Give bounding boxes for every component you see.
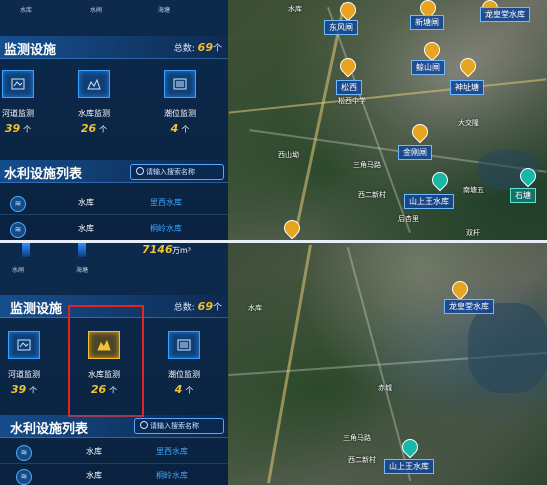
table-row[interactable]: ≋ 水库 里西水库 bbox=[0, 192, 228, 215]
search-input[interactable]: 请输入搜索名称 bbox=[134, 418, 224, 434]
reservoir-icon: ≋ bbox=[10, 196, 26, 212]
row-type: 水库 bbox=[86, 471, 102, 480]
card-label: 潮位监测 bbox=[168, 370, 200, 379]
map-place: 赤城 bbox=[378, 384, 392, 392]
table-row[interactable]: ≋ 水库 里西水库 bbox=[0, 441, 228, 464]
map-marker-icon[interactable] bbox=[428, 168, 452, 192]
map-place: 水库 bbox=[248, 304, 262, 312]
left-panel: 7146 万m³ 水闸 海塘 监测设施 总数: 69个 河道监测 39 个 水库监… bbox=[0, 243, 228, 485]
search-placeholder: 请输入搜索名称 bbox=[150, 422, 199, 430]
row-name[interactable]: 桐岭水库 bbox=[150, 223, 182, 234]
map-place: 松西中学 bbox=[338, 97, 366, 105]
map-place: 三角马路 bbox=[343, 434, 371, 442]
chart-bar bbox=[78, 243, 86, 257]
map-place: 水库 bbox=[288, 5, 302, 13]
search-icon bbox=[140, 421, 148, 429]
map-tag-shanshangwang[interactable]: 山上王水库 bbox=[384, 459, 434, 474]
map-tag-jingshanzha[interactable]: 鲸山闸 bbox=[411, 60, 445, 75]
reservoir-icon: ≋ bbox=[16, 469, 32, 485]
map-place: 双杆 bbox=[466, 229, 480, 237]
card-label: 河道监测 bbox=[8, 370, 40, 379]
map-tag-songxi[interactable]: 松西 bbox=[336, 80, 362, 95]
map-tag-shenzhitang[interactable]: 神址塘 bbox=[450, 80, 484, 95]
card-value: 39 个 bbox=[4, 122, 32, 135]
row-type: 水库 bbox=[86, 447, 102, 456]
monitor-total: 总数: 69个 bbox=[173, 300, 222, 313]
tide-monitor-icon bbox=[164, 70, 196, 98]
card-label: 河道监测 bbox=[2, 109, 34, 118]
map-tag-dongfengzha[interactable]: 东风闸 bbox=[324, 20, 358, 35]
satellite-map[interactable]: 水库 松西中学 大交隆 赤城 三角马路 西二新村 西山坳 南塘五 后杏里 双杆 … bbox=[228, 0, 547, 240]
axis-label: 水库 bbox=[20, 7, 33, 14]
map-place: 大交隆 bbox=[458, 119, 479, 127]
chart-bar bbox=[22, 243, 30, 257]
map-tag-longhuangtang[interactable]: 龙皇堂水库 bbox=[480, 7, 530, 22]
facility-list-title: 水利设施列表 bbox=[4, 167, 83, 182]
map-marker-icon[interactable] bbox=[448, 277, 472, 301]
card-value: 26 个 bbox=[80, 122, 108, 135]
selection-highlight-box bbox=[68, 305, 144, 417]
map-place: 西二新村 bbox=[358, 191, 386, 199]
facility-list-title: 水利设施列表 bbox=[10, 422, 89, 437]
satellite-map[interactable]: 水库 三角马路 西二新村 赤城 龙皇堂水库 山上王水库 bbox=[228, 243, 547, 485]
axis-label: 水闸 bbox=[90, 7, 103, 14]
card-label: 水库监测 bbox=[78, 109, 110, 118]
map-tag-jingangzha[interactable]: 金刚闸 bbox=[398, 145, 432, 160]
map-marker-icon[interactable] bbox=[456, 54, 480, 78]
search-input[interactable]: 请输入搜索名称 bbox=[130, 164, 224, 180]
card-tide-monitor[interactable]: 潮位监测 4个 bbox=[152, 327, 216, 405]
axis-label: 海塘 bbox=[158, 7, 171, 14]
axis-label: 海塘 bbox=[76, 267, 89, 274]
table-row[interactable]: ≋ 水库 桐岭水库 bbox=[0, 465, 228, 485]
card-river-monitor[interactable]: 河道监测 39 个 bbox=[0, 66, 50, 144]
tide-monitor-icon bbox=[168, 331, 200, 359]
monitor-section-title: 监测设施 bbox=[4, 43, 57, 58]
card-tide-monitor[interactable]: 潮位监测 4个 bbox=[148, 66, 212, 144]
map-tag-shitang[interactable]: 石塘 bbox=[510, 188, 536, 203]
map-place: 西二新村 bbox=[348, 456, 376, 464]
monitor-total: 总数: 69个 bbox=[173, 41, 222, 54]
map-place: 西山坳 bbox=[278, 151, 299, 159]
map-place: 后杏里 bbox=[398, 215, 419, 223]
reservoir-total-value: 7146 bbox=[142, 243, 173, 256]
reservoir-icon: ≋ bbox=[16, 445, 32, 461]
row-type: 水库 bbox=[78, 198, 94, 207]
search-icon bbox=[136, 167, 144, 175]
reservoir-monitor-icon bbox=[78, 70, 110, 98]
card-value: 4个 bbox=[170, 122, 190, 135]
left-panel: 水库 水闸 海塘 监测设施 总数: 69个 河道监测 39 个 水库监测 26 个 … bbox=[0, 0, 228, 240]
river-monitor-icon bbox=[2, 70, 34, 98]
row-type: 水库 bbox=[78, 224, 94, 233]
river-monitor-icon bbox=[8, 331, 40, 359]
map-marker-icon[interactable] bbox=[280, 216, 304, 240]
map-tag-longhuangtang[interactable]: 龙皇堂水库 bbox=[444, 299, 494, 314]
card-reservoir-monitor[interactable]: 水库监测 26 个 bbox=[62, 66, 126, 144]
monitor-section-header: 监测设施 总数: 69个 bbox=[0, 36, 228, 59]
card-value: 4个 bbox=[174, 383, 194, 396]
table-row[interactable]: ≋ 水库 桐岭水库 bbox=[0, 218, 228, 240]
reservoir-total-unit: 万m³ bbox=[172, 246, 191, 255]
map-marker-icon[interactable] bbox=[420, 38, 444, 62]
reservoir-icon: ≋ bbox=[10, 222, 26, 238]
screenshot-bottom: 水库 三角马路 西二新村 赤城 龙皇堂水库 山上王水库 7146 万m³ 水闸 … bbox=[0, 243, 547, 485]
map-place: 南塘五 bbox=[463, 186, 484, 194]
card-label: 潮位监测 bbox=[164, 109, 196, 118]
monitor-section-title: 监测设施 bbox=[10, 302, 63, 317]
map-tag-shanshangwang[interactable]: 山上王水库 bbox=[404, 194, 454, 209]
map-marker-icon[interactable] bbox=[408, 120, 432, 144]
map-marker-icon[interactable] bbox=[336, 54, 360, 78]
row-name[interactable]: 桐岭水库 bbox=[156, 470, 188, 481]
row-name[interactable]: 里西水库 bbox=[150, 197, 182, 208]
screenshot-top: 水库 松西中学 大交隆 赤城 三角马路 西二新村 西山坳 南塘五 后杏里 双杆 … bbox=[0, 0, 547, 240]
map-place: 三角马路 bbox=[353, 161, 381, 169]
map-tag-xintangzha[interactable]: 新塘闸 bbox=[410, 15, 444, 30]
search-placeholder: 请输入搜索名称 bbox=[146, 168, 195, 176]
axis-label: 水闸 bbox=[12, 267, 25, 274]
row-name[interactable]: 里西水库 bbox=[156, 446, 188, 457]
card-value: 39 个 bbox=[10, 383, 38, 396]
card-river-monitor[interactable]: 河道监测 39 个 bbox=[0, 327, 56, 405]
